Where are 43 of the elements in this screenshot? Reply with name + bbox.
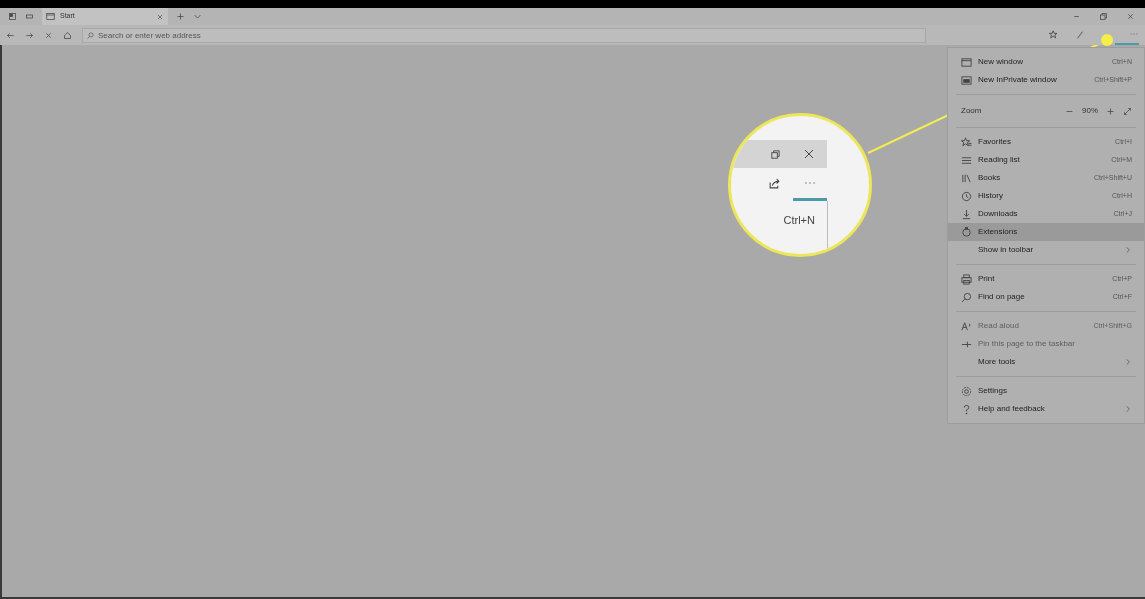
chevron-right-icon	[1124, 405, 1132, 413]
zoom-level: 90%	[1082, 105, 1098, 117]
chevron-right-icon	[1124, 358, 1132, 366]
help-icon	[961, 403, 972, 415]
share-icon	[768, 176, 781, 190]
shortcut-text: Ctrl+N	[783, 213, 815, 228]
favorites-icon	[1049, 30, 1059, 40]
star-icon	[961, 136, 972, 148]
expand-icon	[1123, 106, 1132, 116]
plus-icon	[176, 12, 185, 21]
chevron-right-icon	[1124, 246, 1132, 254]
forward-icon	[25, 30, 34, 40]
menu-item[interactable]: Settings	[948, 382, 1144, 400]
home-icon	[63, 30, 72, 40]
highlight-dot	[1101, 34, 1113, 46]
restore-icon	[770, 148, 781, 160]
zoom-label: Zoom	[961, 105, 983, 117]
window-icon	[961, 56, 972, 68]
private-window-icon	[961, 74, 972, 86]
download-icon	[961, 208, 972, 220]
plus-icon	[1106, 106, 1115, 116]
search-icon	[961, 291, 972, 303]
settings-icon	[961, 385, 972, 397]
set-aside-icon	[25, 12, 34, 21]
menu-item[interactable]: Help and feedback	[948, 400, 1144, 418]
close-icon	[803, 148, 815, 160]
menu-item[interactable]: More tools	[948, 353, 1144, 371]
page-icon	[46, 12, 55, 21]
tab-preview-icon	[8, 12, 17, 21]
menu-item[interactable]: Show in toolbar	[948, 241, 1144, 259]
menu-item[interactable]: Extensions	[948, 223, 1144, 241]
printer-icon	[961, 273, 972, 285]
close-icon	[156, 12, 164, 21]
history-icon	[961, 190, 972, 202]
chevron-down-icon	[193, 12, 202, 21]
books-icon	[961, 172, 972, 184]
read-aloud-icon	[961, 320, 972, 332]
back-icon	[6, 30, 15, 40]
list-icon	[961, 154, 972, 166]
close-icon	[1126, 12, 1135, 21]
restore-icon	[1099, 12, 1108, 21]
search-icon	[87, 31, 94, 39]
stop-icon	[44, 30, 53, 40]
